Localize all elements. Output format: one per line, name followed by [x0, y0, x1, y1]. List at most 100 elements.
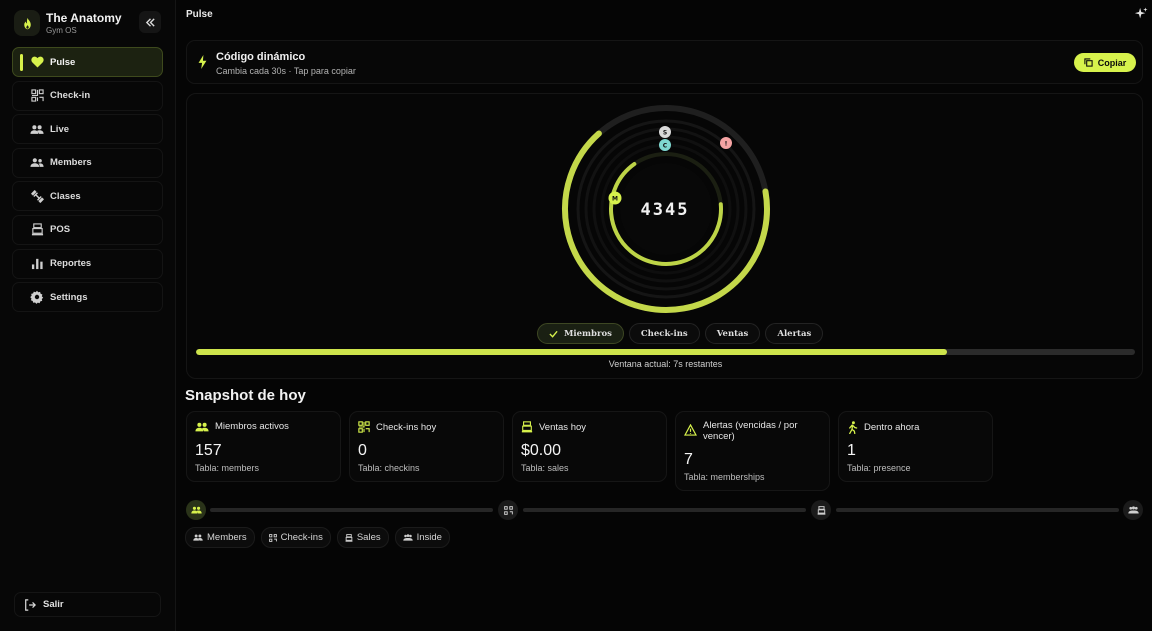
sidebar-item-clases[interactable]: Clases — [12, 181, 163, 212]
sidebar-item-label: Live — [50, 123, 70, 135]
stat-card-dentro-ahora[interactable]: Dentro ahora 1 Tabla: presence — [838, 411, 993, 482]
users-icon — [193, 534, 203, 541]
chevrons-left-icon — [145, 17, 155, 27]
stat-source: Tabla: members — [195, 463, 260, 473]
copy-icon — [1084, 58, 1093, 67]
stat-label: Dentro ahora — [864, 422, 920, 433]
group-icon — [402, 534, 413, 541]
copy-button[interactable]: Copiar — [1074, 53, 1136, 72]
pill-inside[interactable]: Inside — [394, 527, 450, 548]
check-icon — [549, 330, 558, 338]
brand[interactable]: The Anatomy Gym OS — [14, 10, 122, 36]
chip-check-ins[interactable]: Check-ins — [628, 323, 700, 344]
pill-label: Inside — [416, 532, 442, 543]
sidebar-item-label: Check-in — [50, 90, 91, 102]
sidebar-item-settings[interactable]: Settings — [12, 282, 163, 313]
sidebar-item-pos[interactable]: POS — [12, 214, 163, 245]
marker-c: C — [659, 139, 671, 151]
marker-alert: ! — [720, 137, 732, 149]
users-icon — [30, 122, 44, 136]
sidebar: The Anatomy Gym OS Pulse Check-in Live M… — [0, 0, 176, 631]
logout-label: Salir — [43, 599, 64, 610]
stat-label: Ventas hoy — [539, 421, 587, 433]
sidebar-item-label: Settings — [50, 291, 88, 303]
stat-card-check-ins-hoy[interactable]: Check-ins hoy 0 Tabla: checkins — [349, 411, 504, 482]
flow-node-members[interactable] — [186, 500, 206, 520]
sidebar-item-pulse[interactable]: Pulse — [12, 47, 163, 77]
stat-label: Alertas (vencidas / por vencer) — [703, 420, 798, 442]
sidebar-item-label: Pulse — [50, 56, 76, 68]
chip-ventas[interactable]: Ventas — [704, 323, 761, 344]
bar-chart-icon — [30, 257, 44, 271]
flow-connector — [836, 508, 1119, 512]
members-icon — [30, 156, 44, 170]
chip-label: Miembros — [564, 328, 612, 339]
sidebar-item-reportes[interactable]: Reportes — [12, 248, 163, 279]
qr-icon — [268, 533, 277, 542]
window-remaining-text: Ventana actual: 7s restantes — [608, 359, 723, 369]
pill-sales[interactable]: Sales — [336, 527, 389, 548]
users-icon — [190, 506, 202, 514]
svg-text:C: C — [663, 143, 668, 150]
ai-assistant-button[interactable] — [1134, 7, 1148, 24]
chip-miembros[interactable]: Miembros — [537, 323, 624, 344]
logout-icon — [23, 598, 37, 612]
marker-s: S — [659, 126, 671, 138]
sidebar-item-check-in[interactable]: Check-in — [12, 80, 163, 111]
marker-m: M — [608, 191, 622, 205]
main-content: Pulse Código dinámico Cambia cada 30s · … — [176, 0, 1152, 631]
snapshot-title: Snapshot de hoy — [185, 387, 306, 404]
stat-card-alertas[interactable]: Alertas (vencidas / por vencer) 7 Tabla:… — [675, 411, 830, 491]
stat-card-miembros-activos[interactable]: Miembros activos 157 Tabla: members — [186, 411, 341, 482]
window-progress-fill — [196, 349, 948, 355]
stat-source: Tabla: presence — [847, 463, 911, 473]
pill-label: Members — [207, 532, 247, 543]
gear-icon — [30, 290, 44, 305]
svg-text:!: ! — [725, 141, 728, 148]
pill-label: Check-ins — [280, 532, 323, 543]
pill-members[interactable]: Members — [185, 527, 255, 548]
flow-connector — [523, 508, 806, 512]
stat-value: 0 — [358, 442, 367, 459]
sidebar-nav: Pulse Check-in Live Members Clases POS R… — [12, 47, 163, 316]
pill-check-ins[interactable]: Check-ins — [260, 527, 331, 548]
chip-alertas[interactable]: Alertas — [765, 323, 824, 344]
sidebar-item-members[interactable]: Members — [12, 147, 163, 178]
flow-node-check-ins[interactable] — [498, 500, 518, 520]
copy-label: Copiar — [1097, 57, 1127, 68]
dumbbell-icon — [30, 189, 44, 203]
chip-label: Ventas — [716, 328, 749, 339]
stat-label: Miembros activos — [215, 421, 289, 432]
sidebar-item-label: Clases — [50, 190, 81, 202]
brand-title: The Anatomy — [46, 11, 122, 25]
dynamic-code-title: Código dinámico — [216, 51, 306, 63]
pulse-filter-chips: Miembros Check-ins Ventas Alertas — [537, 323, 828, 344]
dynamic-code-card[interactable]: Código dinámico Cambia cada 30s · Tap pa… — [186, 40, 1143, 84]
group-icon — [1127, 506, 1139, 514]
svg-text:S: S — [663, 130, 667, 137]
dynamic-code-subtitle: Cambia cada 30s · Tap para copiar — [216, 66, 356, 76]
register-icon — [30, 223, 44, 237]
sidebar-item-label: Members — [50, 157, 92, 169]
stat-value: 7 — [684, 451, 693, 468]
sidebar-item-label: Reportes — [50, 258, 92, 270]
warning-icon — [684, 424, 697, 436]
flow-pills: Members Check-ins Sales Inside — [185, 527, 456, 548]
sidebar-item-label: POS — [50, 224, 71, 236]
flow-node-inside[interactable] — [1123, 500, 1143, 520]
logout-button[interactable]: Salir — [14, 592, 161, 617]
lightning-icon — [198, 55, 207, 72]
stat-source: Tabla: checkins — [358, 463, 420, 473]
walking-icon — [847, 421, 858, 434]
stat-source: Tabla: sales — [521, 463, 569, 473]
register-icon — [345, 533, 353, 542]
stat-card-ventas-hoy[interactable]: Ventas hoy $0.00 Tabla: sales — [512, 411, 667, 482]
collapse-sidebar-button[interactable] — [139, 11, 161, 33]
sparkle-icon — [1134, 7, 1148, 19]
page-title: Pulse — [186, 9, 213, 20]
chip-label: Alertas — [777, 328, 812, 339]
sidebar-item-live[interactable]: Live — [12, 114, 163, 145]
flow-node-sales[interactable] — [811, 500, 831, 520]
chip-label: Check-ins — [640, 328, 688, 339]
svg-text:M: M — [612, 196, 618, 203]
